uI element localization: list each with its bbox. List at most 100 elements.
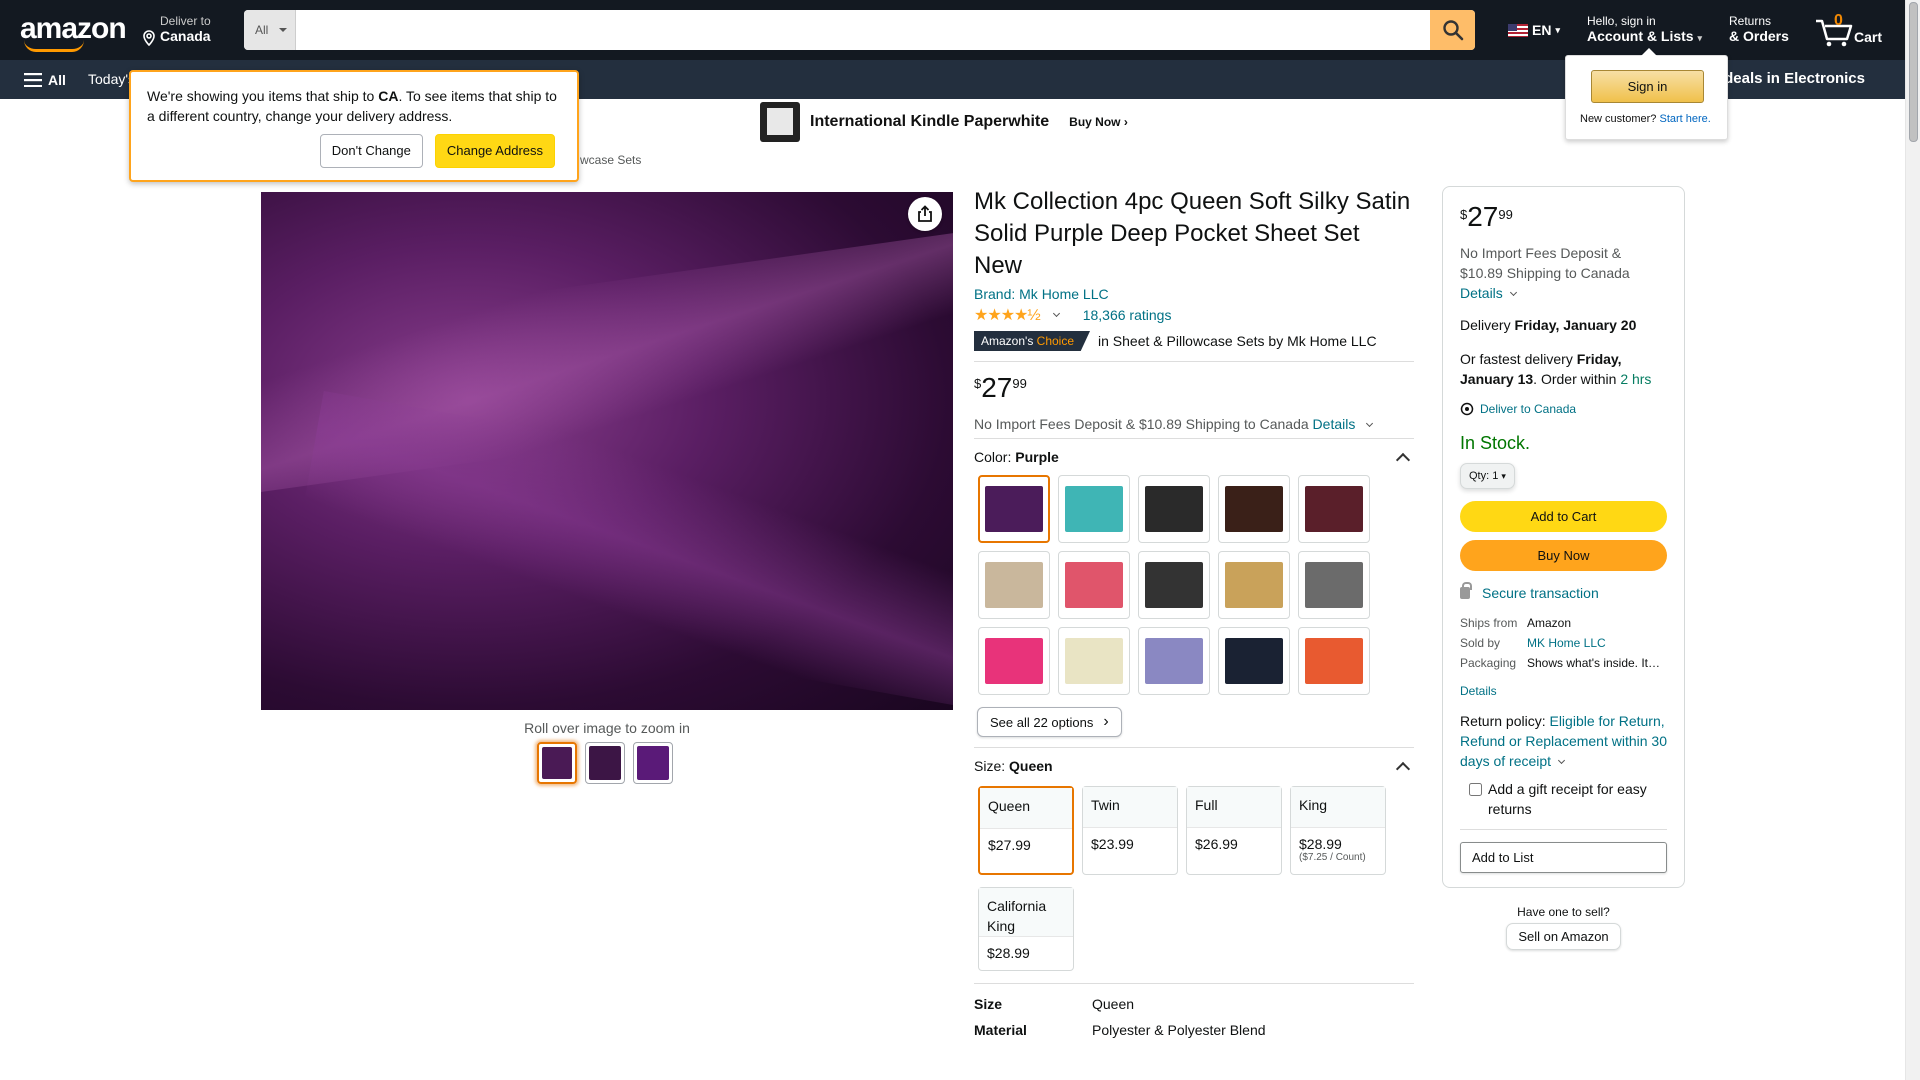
color-swatch[interactable] — [1218, 475, 1290, 543]
add-to-cart-button[interactable]: Add to Cart — [1460, 501, 1667, 532]
color-swatch[interactable] — [1058, 551, 1130, 619]
gift-receipt-checkbox[interactable] — [1469, 783, 1482, 796]
search-category-label: All — [255, 23, 269, 37]
ratings-count-link[interactable]: 18,366 ratings — [1083, 307, 1172, 323]
secure-label: Secure transaction — [1482, 585, 1599, 601]
color-swatch[interactable] — [978, 551, 1050, 619]
buybox-details-link[interactable]: Details — [1460, 283, 1667, 303]
spec-value: Queen — [1092, 996, 1135, 1012]
delivery-date-value: Friday, January 20 — [1514, 317, 1637, 333]
color-swatch[interactable] — [1298, 475, 1370, 543]
chevron-down-icon[interactable] — [1558, 756, 1566, 765]
color-swatch[interactable] — [1138, 475, 1210, 543]
scrollbar-thumb[interactable] — [1909, 2, 1918, 142]
see-all-options-button[interactable]: See all 22 options › — [977, 707, 1122, 737]
all-menu-button[interactable]: All — [24, 72, 66, 88]
return-policy: Return policy: Eligible for Return, Refu… — [1460, 711, 1667, 771]
size-option-queen[interactable]: Queen $27.99 — [978, 786, 1074, 875]
chevron-down-icon[interactable] — [1052, 309, 1060, 318]
color-swatch[interactable] — [1298, 551, 1370, 619]
ships-from-key: Ships from — [1460, 616, 1518, 630]
size-section-header[interactable]: Size: Queen — [974, 758, 1414, 776]
us-flag-icon — [1508, 23, 1528, 37]
color-swatch[interactable] — [1138, 551, 1210, 619]
search-category-dropdown[interactable]: All — [244, 10, 296, 50]
color-swatch[interactable] — [1058, 627, 1130, 695]
color-swatch[interactable] — [1058, 475, 1130, 543]
size-option-california-king[interactable]: California King $28.99 — [978, 887, 1074, 971]
size-name: Queen — [980, 788, 1072, 828]
thumbnail-image — [637, 746, 669, 780]
spec-key: Material — [974, 1022, 1027, 1038]
star-rating-icon[interactable]: ★★★★½ — [974, 305, 1041, 325]
deliver-to-link[interactable]: Deliver to Canada — [1460, 399, 1667, 419]
size-options: Queen $27.99 Twin $23.99 Full $26.99 Kin… — [978, 786, 1414, 971]
sell-on-amazon-button[interactable]: Sell on Amazon — [1506, 923, 1621, 950]
chevron-up-icon[interactable] — [1395, 452, 1411, 467]
color-swatch[interactable] — [1218, 551, 1290, 619]
account-lists[interactable]: Hello, sign in Account & Lists ▾ — [1587, 14, 1702, 46]
color-swatch[interactable] — [1138, 627, 1210, 695]
search-input[interactable] — [297, 10, 1409, 50]
size-option-king[interactable]: King $28.99 ($7.25 / Count) — [1290, 786, 1386, 875]
thumbnail-3[interactable] — [633, 742, 673, 784]
packaging-key: Packaging — [1460, 656, 1517, 670]
cart-count: 0 — [1834, 12, 1843, 29]
new-customer-label: New customer? — [1580, 113, 1657, 125]
price-whole: 27 — [981, 372, 1013, 403]
gift-receipt-option: Add a gift receipt for easy returns — [1460, 779, 1667, 819]
start-here-link[interactable]: Start here. — [1659, 113, 1710, 125]
thumbnail-strip — [537, 742, 673, 784]
color-swatch[interactable] — [1298, 627, 1370, 695]
thumbnail-1[interactable] — [537, 742, 577, 784]
share-icon — [918, 205, 932, 222]
seller-info: Ships from Amazon Sold by MK Home LLC Pack… — [1460, 613, 1667, 673]
fees-details-link[interactable]: Details — [1313, 416, 1356, 432]
thumbnail-2[interactable] — [585, 742, 625, 784]
quantity-dropdown[interactable]: Qty: 1 ▾ — [1460, 463, 1515, 489]
size-price: $26.99 — [1195, 836, 1238, 852]
gift-receipt-label[interactable]: Add a gift receipt for easy returns — [1488, 779, 1667, 819]
size-option-twin[interactable]: Twin $23.99 — [1082, 786, 1178, 875]
color-swatch[interactable] — [1218, 627, 1290, 695]
cart-button[interactable]: 0 Cart — [1814, 10, 1884, 50]
todays-deals-link[interactable]: Today's — [88, 71, 135, 87]
sold-by-link[interactable]: MK Home LLC — [1527, 633, 1662, 653]
product-specs: Size Queen Material Polyester & Polyeste… — [974, 996, 1414, 1038]
color-swatch[interactable] — [978, 627, 1050, 695]
signin-button[interactable]: Sign in — [1591, 70, 1704, 103]
share-button[interactable] — [908, 197, 942, 231]
secure-transaction-link[interactable]: Secure transaction — [1460, 582, 1667, 603]
spec-key: Size — [974, 996, 1003, 1012]
size-option-full[interactable]: Full $26.99 — [1186, 786, 1282, 875]
seller-details-link[interactable]: Details — [1460, 681, 1667, 701]
chevron-down-icon[interactable] — [1366, 419, 1374, 428]
brand-link[interactable]: Brand: Mk Home LLC — [974, 286, 1414, 302]
divider — [974, 438, 1414, 439]
language-selector[interactable]: EN ▾ — [1508, 22, 1560, 38]
breadcrumb[interactable]: wcase Sets — [580, 153, 641, 167]
color-label: Color: — [974, 449, 1012, 465]
kindle-banner[interactable]: International Kindle Paperwhite Buy Now … — [760, 102, 1128, 142]
size-price: $28.99 — [1299, 836, 1342, 852]
choice-category[interactable]: in Sheet & Pillowcase Sets by Mk Home LL… — [1098, 333, 1377, 349]
kindle-buy-now[interactable]: Buy Now › — [1069, 115, 1128, 129]
search-button[interactable] — [1430, 10, 1475, 50]
buy-now-button[interactable]: Buy Now — [1460, 540, 1667, 571]
chevron-up-icon[interactable] — [1395, 761, 1411, 776]
choice-label-1: Amazon's — [981, 334, 1034, 348]
color-section-header[interactable]: Color: Purple — [974, 449, 1414, 467]
color-swatch-purple[interactable] — [978, 475, 1050, 543]
dont-change-button[interactable]: Don't Change — [319, 134, 423, 168]
page-scrollbar[interactable] — [1905, 0, 1920, 1080]
main-product-image[interactable] — [261, 192, 953, 710]
returns-orders[interactable]: Returns & Orders — [1729, 14, 1789, 44]
zoom-hint: Roll over image to zoom in — [524, 720, 690, 736]
swatch-image — [1225, 486, 1283, 532]
deliver-to[interactable]: Deliver to Canada — [142, 14, 211, 46]
sell-question: Have one to sell? — [1517, 905, 1610, 919]
change-address-button[interactable]: Change Address — [434, 134, 555, 168]
signin-flyout: Sign in New customer? Start here. — [1565, 48, 1728, 140]
add-to-list-button[interactable]: Add to List — [1460, 842, 1667, 873]
chevron-right-icon: › — [1103, 713, 1109, 730]
